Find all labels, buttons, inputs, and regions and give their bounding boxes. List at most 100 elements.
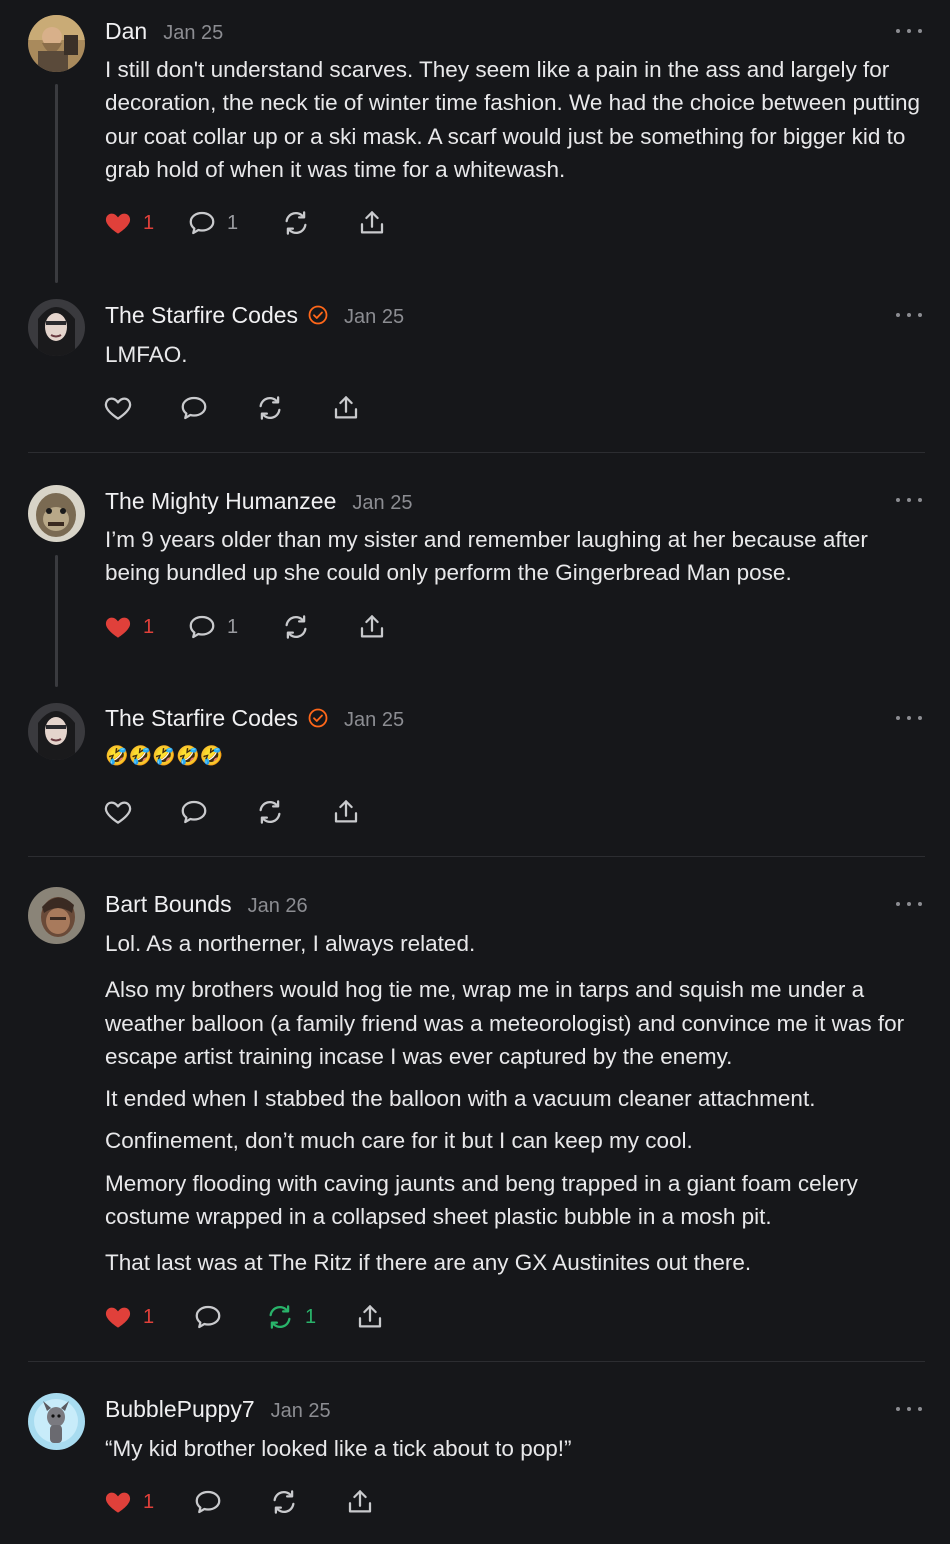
like-button[interactable]: 1 [103,612,154,642]
share-icon [331,393,361,423]
comment-date[interactable]: Jan 25 [271,1400,331,1423]
comment-body: 🤣🤣🤣🤣🤣 [105,740,925,773]
author-name[interactable]: The Starfire Codes [105,705,298,732]
like-count: 1 [143,615,155,638]
comment-bubble-icon [179,393,209,423]
avatar[interactable] [28,299,85,356]
comment-paragraph: That last was at The Ritz if there are a… [105,1250,752,1276]
comment-header: BubblePuppy7 Jan 25 [105,1396,331,1423]
share-icon [355,1302,385,1332]
restack-button[interactable] [269,1487,299,1517]
comment-body: I still don't understand scarves. They s… [105,53,925,186]
comment-header: Bart Bounds Jan 26 [105,891,308,918]
divider [28,452,925,453]
share-button[interactable] [345,1487,375,1517]
more-dots-icon[interactable] [896,310,922,320]
share-button[interactable] [331,393,361,423]
restack-icon [255,797,285,827]
comment-date[interactable]: Jan 25 [352,492,412,515]
avatar[interactable] [28,485,85,542]
comment-body: “My kid brother looked like a tick about… [105,1432,925,1465]
restack-button[interactable] [281,612,311,642]
reply-count: 1 [227,211,239,234]
verified-badge-icon [308,708,328,728]
like-button[interactable]: 1 [103,1487,154,1517]
comment-header: Dan Jan 25 [105,18,223,45]
comment-paragraph: It ended when I stabbed the balloon with… [105,1086,816,1112]
restack-icon [265,1302,295,1332]
comment-paragraph: Also my brothers would hog tie me, wrap … [105,977,905,1069]
share-icon [345,1487,375,1517]
thread-line [55,84,58,283]
comment-header: The Starfire Codes Jan 25 [105,302,404,329]
comment-bubble-icon [187,612,217,642]
reply-button[interactable] [179,393,209,423]
like-button[interactable]: 1 [103,1302,154,1332]
divider [28,1361,925,1362]
author-name[interactable]: Bart Bounds [105,891,232,918]
reply-button[interactable]: 1 [187,612,238,642]
comment-paragraph: Lol. As a northerner, I always related. [105,931,476,956]
heart-icon [103,797,133,827]
comment-header: The Mighty Humanzee Jan 25 [105,488,412,515]
more-dots-icon[interactable] [896,713,922,723]
share-button[interactable] [355,1302,385,1332]
author-name[interactable]: BubblePuppy7 [105,1396,255,1423]
comment-body: LMFAO. [105,338,925,371]
comment-date[interactable]: Jan 25 [344,306,404,329]
like-count: 1 [143,211,155,234]
share-icon [357,612,387,642]
avatar[interactable] [28,1393,85,1450]
comment-paragraph: LMFAO. [105,342,188,367]
reply-count: 1 [227,615,239,638]
restack-button[interactable] [281,208,311,238]
comment-paragraph: “My kid brother looked like a tick about… [105,1436,572,1461]
restack-button[interactable] [255,797,285,827]
verified-badge-icon [308,305,328,325]
comment-bubble-icon [187,208,217,238]
like-count: 1 [143,1305,155,1328]
comment-date[interactable]: Jan 26 [248,895,308,918]
comment-paragraph: Confinement, don’t much care for it but … [105,1128,693,1154]
heart-icon [103,393,133,423]
more-dots-icon[interactable] [896,899,922,909]
comment-date[interactable]: Jan 25 [163,22,223,45]
restack-button[interactable]: 1 [265,1302,316,1332]
reply-button[interactable] [193,1487,223,1517]
share-button[interactable] [357,208,387,238]
heart-icon [103,612,133,642]
share-button[interactable] [357,612,387,642]
thread-line [55,555,58,687]
divider [28,856,925,857]
reply-button[interactable]: 1 [187,208,238,238]
comment-bubble-icon [193,1487,223,1517]
comment-body: I’m 9 years older than my sister and rem… [105,523,925,590]
comment-paragraph: Memory flooding with caving jaunts and b… [105,1170,858,1230]
avatar[interactable] [28,15,85,72]
more-dots-icon[interactable] [896,1404,922,1414]
more-dots-icon[interactable] [896,495,922,505]
like-button[interactable] [103,797,133,827]
like-button[interactable]: 1 [103,208,154,238]
share-icon [331,797,361,827]
comment-bubble-icon [193,1302,223,1332]
more-dots-icon[interactable] [896,26,922,36]
author-name[interactable]: Dan [105,18,147,45]
restack-icon [255,393,285,423]
restack-button[interactable] [255,393,285,423]
restack-icon [269,1487,299,1517]
like-button[interactable] [103,393,133,423]
reply-button[interactable] [179,797,209,827]
author-name[interactable]: The Starfire Codes [105,302,298,329]
author-name[interactable]: The Mighty Humanzee [105,488,336,515]
restack-count: 1 [305,1305,317,1328]
comment-paragraph: I’m 9 years older than my sister and rem… [105,527,868,586]
avatar[interactable] [28,887,85,944]
avatar[interactable] [28,703,85,760]
reply-button[interactable] [193,1302,223,1332]
share-button[interactable] [331,797,361,827]
comment-date[interactable]: Jan 25 [344,709,404,732]
comment-paragraph: I still don't understand scarves. They s… [105,57,921,182]
restack-icon [281,612,311,642]
comment-body: Lol. As a northerner, I always related. … [105,927,925,1280]
